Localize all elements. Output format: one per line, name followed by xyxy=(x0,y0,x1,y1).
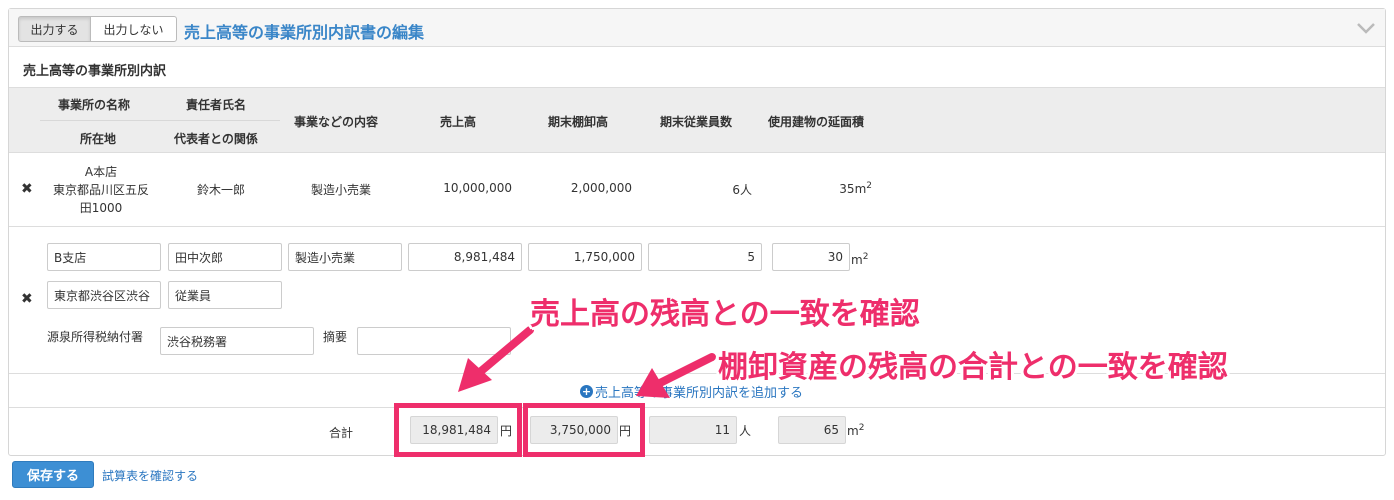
arrow-line-2 xyxy=(656,353,716,387)
callout-sales-check: 売上高の残高との一致を確認 xyxy=(530,297,920,332)
callout-arrows xyxy=(458,326,716,398)
arrow-line-1 xyxy=(476,326,534,376)
callout-inventory-check: 棚卸資産の残高の合計との一致を確認 xyxy=(718,350,1228,385)
